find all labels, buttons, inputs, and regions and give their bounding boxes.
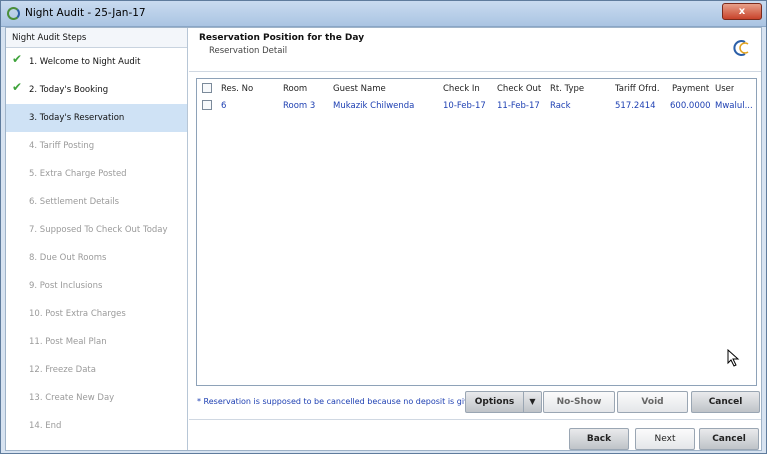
chevron-down-icon[interactable]: ▼ [523, 392, 541, 412]
cell-check-out: 11-Feb-17 [497, 101, 540, 111]
cell-rt-type: Rack [550, 101, 571, 111]
sidebar-step-14[interactable]: 14. End [6, 412, 187, 440]
sidebar-step-5[interactable]: 5. Extra Charge Posted [6, 160, 187, 188]
reservation-grid[interactable]: Res. No Room Guest Name Check In Check O… [196, 78, 757, 386]
col-room[interactable]: Room [283, 84, 307, 94]
col-tariff-ofrd[interactable]: Tariff Ofrd. [615, 84, 660, 94]
select-all-checkbox[interactable] [202, 83, 212, 93]
sidebar-step-6[interactable]: 6. Settlement Details [6, 188, 187, 216]
table-row[interactable]: 6 Room 3 Mukazik Chilwenda 10-Feb-17 11-… [197, 98, 756, 114]
sidebar-step-12[interactable]: 12. Freeze Data [6, 356, 187, 384]
sidebar-step-label: 2. Today's Booking [29, 85, 109, 95]
cancel-button[interactable]: Cancel [699, 428, 759, 450]
page-title: Reservation Position for the Day [199, 33, 365, 43]
sidebar-step-2[interactable]: ✔ 2. Today's Booking [6, 76, 187, 104]
app-logo-icon [7, 7, 20, 20]
sidebar-step-label: 9. Post Inclusions [29, 281, 103, 291]
sidebar-step-10[interactable]: 10. Post Extra Charges [6, 300, 187, 328]
mouse-cursor-icon [727, 349, 740, 367]
sidebar-step-label: 4. Tariff Posting [29, 141, 95, 151]
sidebar-header: Night Audit Steps [6, 28, 187, 48]
no-show-button[interactable]: No-Show [543, 391, 615, 413]
sidebar-step-11[interactable]: 11. Post Meal Plan [6, 328, 187, 356]
brand-logo-icon [733, 40, 749, 56]
options-label: Options [474, 397, 515, 407]
sidebar-step-label: 10. Post Extra Charges [29, 309, 126, 319]
sidebar-step-13[interactable]: 13. Create New Day [6, 384, 187, 412]
checkmark-icon: ✔ [12, 80, 23, 94]
col-check-out[interactable]: Check Out [497, 84, 541, 94]
close-button[interactable]: x [722, 3, 762, 20]
grid-header-row: Res. No Room Guest Name Check In Check O… [197, 81, 756, 97]
cell-user: Mwalul... [715, 101, 753, 111]
title-bar[interactable]: Night Audit - 25-Jan-17 x [1, 1, 766, 27]
cell-guest-name: Mukazik Chilwenda [333, 101, 415, 111]
col-guest-name[interactable]: Guest Name [333, 84, 386, 94]
options-button[interactable]: Options ▼ [465, 391, 542, 413]
sidebar-step-label: 1. Welcome to Night Audit [29, 57, 141, 67]
cell-check-in: 10-Feb-17 [443, 101, 486, 111]
deposit-warning: * Reservation is supposed to be cancelle… [197, 397, 482, 406]
checkmark-icon: ✔ [12, 52, 23, 66]
footer-divider [189, 419, 761, 420]
sidebar-step-label: 11. Post Meal Plan [29, 337, 107, 347]
cell-tariff-ofrd: 517.2414 [615, 101, 656, 111]
cell-room: Room 3 [283, 101, 316, 111]
page-subtitle: Reservation Detail [209, 46, 288, 56]
col-user[interactable]: User [715, 84, 734, 94]
cell-payment: 600.0000 [670, 101, 711, 111]
next-button[interactable]: Next [635, 428, 695, 450]
window-title: Night Audit - 25-Jan-17 [25, 7, 146, 19]
col-rt-type[interactable]: Rt. Type [550, 84, 584, 94]
sidebar-step-label: 3. Today's Reservation [29, 113, 125, 123]
sidebar-step-1[interactable]: ✔ 1. Welcome to Night Audit [6, 48, 187, 76]
back-button[interactable]: Back [569, 428, 629, 450]
sidebar-step-label: 14. End [29, 421, 62, 431]
main-panel: Reservation Position for the Day Reserva… [189, 28, 761, 450]
sidebar-step-4[interactable]: 4. Tariff Posting [6, 132, 187, 160]
sidebar-step-7[interactable]: 7. Supposed To Check Out Today [6, 216, 187, 244]
sidebar-step-9[interactable]: 9. Post Inclusions [6, 272, 187, 300]
sidebar-step-3[interactable]: 3. Today's Reservation [6, 104, 187, 132]
col-payment[interactable]: Payment [672, 84, 709, 94]
void-button[interactable]: Void [617, 391, 688, 413]
sidebar-step-label: 8. Due Out Rooms [29, 253, 107, 263]
steps-sidebar: Night Audit Steps ✔ 1. Welcome to Night A… [6, 28, 188, 450]
sidebar-step-label: 13. Create New Day [29, 393, 115, 403]
steps-list: ✔ 1. Welcome to Night Audit ✔ 2. Today's Bo… [6, 48, 187, 440]
sidebar-step-label: 7. Supposed To Check Out Today [29, 225, 168, 235]
night-audit-window: Night Audit - 25-Jan-17 x Night Audit St… [0, 0, 767, 454]
sidebar-step-label: 6. Settlement Details [29, 197, 120, 207]
row-checkbox[interactable] [202, 100, 212, 110]
main-header: Reservation Position for the Day Reserva… [189, 28, 761, 72]
sidebar-step-8[interactable]: 8. Due Out Rooms [6, 244, 187, 272]
sidebar-step-label: 12. Freeze Data [29, 365, 96, 375]
col-check-in[interactable]: Check In [443, 84, 480, 94]
cell-res-no: 6 [221, 101, 227, 111]
sidebar-step-label: 5. Extra Charge Posted [29, 169, 127, 179]
wizard-body: Night Audit Steps ✔ 1. Welcome to Night A… [5, 27, 762, 451]
cancel-reservation-button[interactable]: Cancel [691, 391, 760, 413]
col-res-no[interactable]: Res. No [221, 84, 253, 94]
